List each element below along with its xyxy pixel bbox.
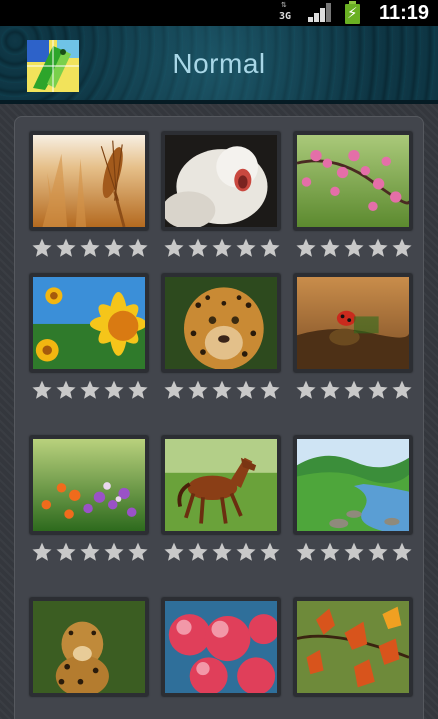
rating-stars[interactable] [295, 237, 413, 261]
star-icon[interactable] [391, 237, 413, 259]
signal-icon [308, 3, 332, 22]
star-icon[interactable] [319, 237, 341, 259]
rating-stars[interactable] [31, 237, 149, 261]
star-icon[interactable] [295, 541, 317, 563]
app-header: Normal [0, 26, 438, 104]
star-icon[interactable] [31, 379, 53, 401]
star-icon[interactable] [187, 541, 209, 563]
star-icon[interactable] [187, 379, 209, 401]
star-icon[interactable] [187, 237, 209, 259]
page-title: Normal [172, 48, 266, 79]
star-icon[interactable] [79, 237, 101, 259]
star-icon[interactable] [79, 541, 101, 563]
rating-stars[interactable] [31, 541, 149, 565]
star-icon[interactable] [127, 541, 149, 563]
star-icon[interactable] [319, 379, 341, 401]
rating-stars[interactable] [163, 237, 281, 261]
star-icon[interactable] [31, 237, 53, 259]
star-icon[interactable] [259, 541, 281, 563]
star-icon[interactable] [163, 541, 185, 563]
horse-thumbnail[interactable] [162, 436, 280, 534]
wheat-thumbnail[interactable] [30, 132, 148, 230]
star-icon[interactable] [235, 541, 257, 563]
star-icon[interactable] [343, 237, 365, 259]
star-icon[interactable] [367, 237, 389, 259]
star-icon[interactable] [235, 379, 257, 401]
rating-stars[interactable] [31, 379, 149, 403]
sunflower-thumbnail[interactable] [30, 274, 148, 372]
star-icon[interactable] [31, 541, 53, 563]
star-icon[interactable] [391, 379, 413, 401]
jaguar-thumbnail[interactable] [162, 274, 280, 372]
star-icon[interactable] [235, 237, 257, 259]
star-icon[interactable] [103, 237, 125, 259]
rating-stars[interactable] [295, 541, 413, 565]
status-bar: ⇅ 3G ⚡ 11:19 [0, 0, 438, 26]
battery-charging-icon: ⚡ [345, 1, 360, 24]
star-icon[interactable] [103, 541, 125, 563]
star-icon[interactable] [319, 541, 341, 563]
rating-stars[interactable] [295, 379, 413, 403]
star-icon[interactable] [391, 541, 413, 563]
star-icon[interactable] [259, 237, 281, 259]
star-icon[interactable] [163, 379, 185, 401]
leopard-thumbnail[interactable] [30, 598, 148, 696]
star-icon[interactable] [55, 379, 77, 401]
star-icon[interactable] [79, 379, 101, 401]
status-time: 11:19 [379, 2, 430, 24]
star-icon[interactable] [367, 541, 389, 563]
flowers-thumbnail[interactable] [30, 436, 148, 534]
star-icon[interactable] [55, 237, 77, 259]
rating-stars[interactable] [163, 379, 281, 403]
star-icon[interactable] [103, 379, 125, 401]
red-berries-thumbnail[interactable] [162, 598, 280, 696]
star-icon[interactable] [163, 237, 185, 259]
star-icon[interactable] [367, 379, 389, 401]
star-icon[interactable] [343, 379, 365, 401]
star-icon[interactable] [127, 379, 149, 401]
star-icon[interactable] [259, 379, 281, 401]
cherry-blossom-thumbnail[interactable] [294, 132, 412, 230]
star-icon[interactable] [55, 541, 77, 563]
river-thumbnail[interactable] [294, 436, 412, 534]
rating-stars[interactable] [163, 541, 281, 565]
white-lion-thumbnail[interactable] [162, 132, 280, 230]
star-icon[interactable] [211, 237, 233, 259]
network-icon: ⇅ 3G [279, 1, 292, 23]
star-icon[interactable] [295, 237, 317, 259]
star-icon[interactable] [127, 237, 149, 259]
star-icon[interactable] [295, 379, 317, 401]
ladybug-thumbnail[interactable] [294, 274, 412, 372]
network-type: 3G [279, 11, 292, 22]
star-icon[interactable] [211, 541, 233, 563]
star-icon[interactable] [343, 541, 365, 563]
autumn-leaves-thumbnail[interactable] [294, 598, 412, 696]
star-icon[interactable] [211, 379, 233, 401]
